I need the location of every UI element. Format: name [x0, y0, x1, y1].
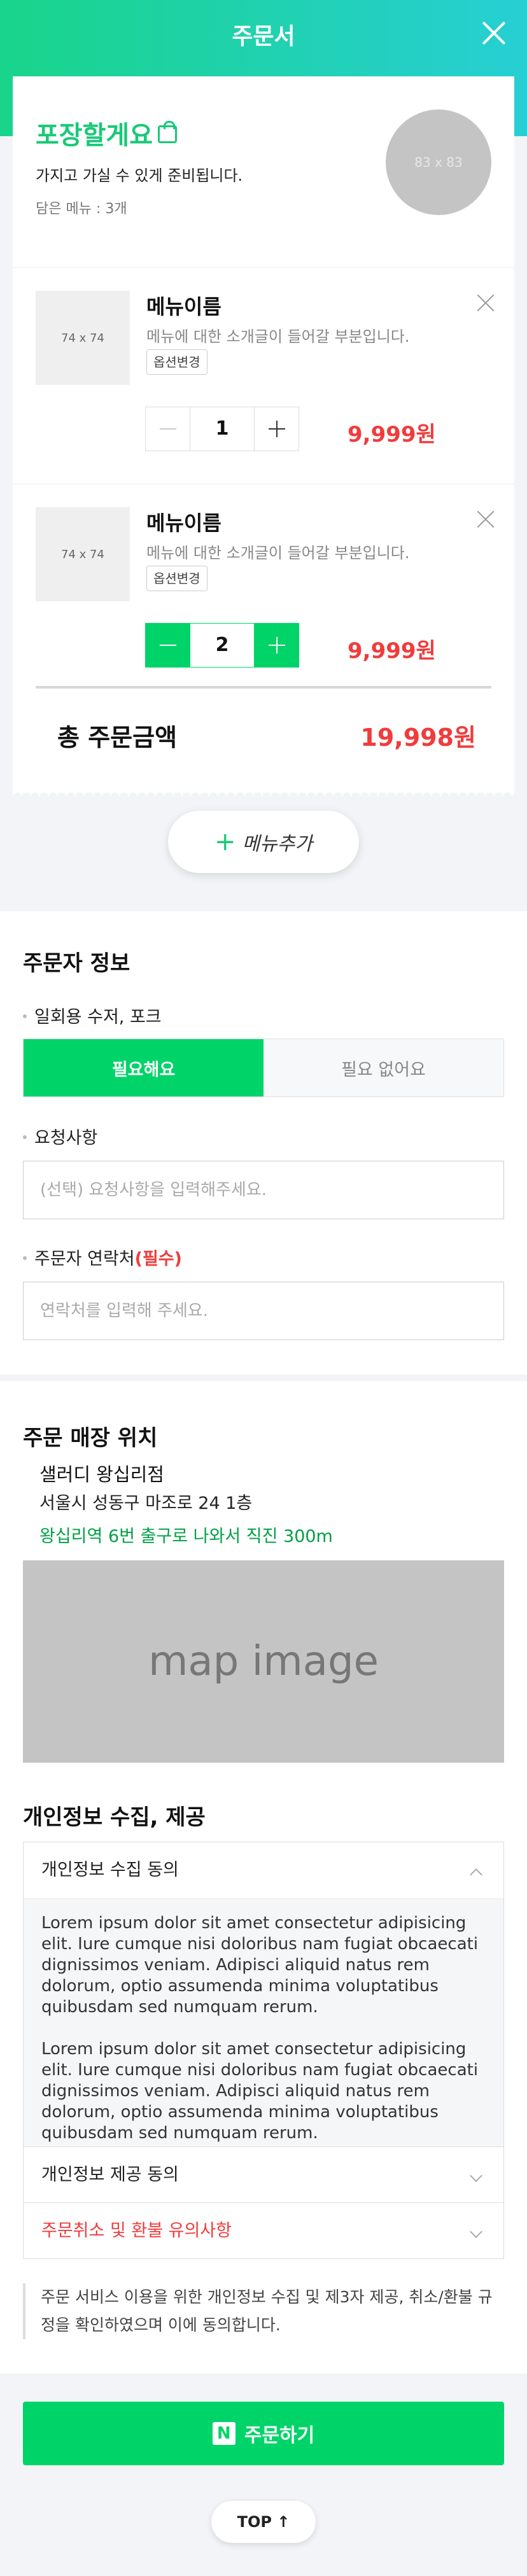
close-icon[interactable] [480, 19, 508, 47]
store-directions: 왕십리역 6번 출구로 나와서 직진 300m [39, 1527, 333, 1546]
shopping-bag-icon [158, 121, 177, 143]
scroll-top-button[interactable]: TOP ↑ [211, 2501, 316, 2543]
change-option-button[interactable]: 옵션변경 [146, 566, 207, 591]
page-title: 주문서 [232, 24, 295, 50]
privacy-accordion: 개인정보 수집 동의 Lorem ipsum dolor sit amet co… [23, 1842, 504, 2259]
accordion-header[interactable]: 주문취소 및 환불 유의사항 [24, 2202, 503, 2258]
naver-pay-icon: N [212, 2422, 235, 2445]
accordion-header[interactable]: 개인정보 제공 동의 [24, 2146, 503, 2202]
required-mark: (필수) [134, 1249, 182, 1269]
contact-label: 주문자 연락처(필수) [34, 1245, 182, 1270]
utensils-no-option[interactable]: 필요 없어요 [264, 1039, 503, 1096]
menu-count: 담은 메뉴 : 3개 [36, 201, 127, 217]
remove-item-icon[interactable] [476, 510, 495, 529]
item-description: 메뉴에 대한 소개글이 들어갈 부분입니다. [146, 544, 410, 562]
receipt-edge [13, 788, 514, 797]
bullet [23, 1014, 27, 1018]
remove-item-icon[interactable] [476, 293, 495, 312]
decrease-button[interactable] [146, 407, 190, 451]
increase-button[interactable] [254, 407, 299, 451]
order-button[interactable]: N 주문하기 [23, 2402, 504, 2465]
order-card: 포장할게요 가지고 가실 수 있게 준비됩니다. 담은 메뉴 : 3개 83 x… [13, 76, 514, 789]
total-value: 19,998원 [360, 724, 476, 752]
cart-item: 74 x 74 메뉴이름 메뉴에 대한 소개글이 들어갈 부분입니다. 옵션변경… [13, 484, 514, 700]
section-title: 주문자 정보 [23, 951, 130, 976]
store-name: 샐러디 왕십리점 [39, 1464, 164, 1485]
pickup-title: 포장할게요 [36, 115, 177, 151]
accordion-label: 개인정보 제공 동의 [41, 2165, 179, 2185]
contact-input[interactable]: 연락처를 입력해 주세요. [23, 1282, 504, 1340]
increase-button[interactable] [254, 624, 299, 667]
section-title: 개인정보 수집, 제공 [23, 1805, 206, 1830]
item-name: 메뉴이름 [146, 511, 221, 535]
terms-paragraph: Lorem ipsum dolor sit amet consectetur a… [41, 1914, 479, 2017]
item-thumbnail: 74 x 74 [36, 291, 130, 385]
map-image[interactable]: map image [23, 1560, 504, 1763]
quantity-value: 1 [215, 417, 229, 440]
contact-label-text: 주문자 연락처 [34, 1249, 135, 1269]
terms-paragraph: Lorem ipsum dolor sit amet consectetur a… [41, 2040, 479, 2143]
request-label: 요청사항 [34, 1128, 98, 1148]
quantity-stepper: 1 [145, 407, 299, 451]
total-label: 총 주문금액 [57, 724, 178, 752]
pickup-description: 가지고 가실 수 있게 준비됩니다. [36, 167, 243, 185]
chevron-down-icon [470, 2169, 482, 2182]
store-address: 서울시 성동구 마조로 24 1층 [39, 1494, 253, 1513]
accordion-label: 개인정보 수집 동의 [41, 1860, 179, 1880]
section-title: 주문 매장 위치 [23, 1425, 158, 1451]
order-button-label: 주문하기 [244, 2425, 315, 2447]
request-input[interactable]: (선택) 요청사항을 입력해주세요. [23, 1161, 504, 1219]
bullet [23, 1135, 27, 1139]
chevron-up-icon [470, 1868, 482, 1881]
change-option-button[interactable]: 옵션변경 [146, 349, 207, 375]
utensils-yes-option[interactable]: 필요해요 [24, 1039, 264, 1096]
item-description: 메뉴에 대한 소개글이 들어갈 부분입니다. [146, 328, 410, 346]
item-name: 메뉴이름 [146, 295, 221, 319]
quantity-value: 2 [215, 634, 229, 656]
consent-notice: 주문 서비스 이용을 위한 개인정보 수집 및 제3자 제공, 취소/환불 규정… [23, 2283, 504, 2339]
accordion-header[interactable]: 개인정보 수집 동의 [24, 1842, 503, 1898]
item-price: 9,999원 [348, 638, 436, 664]
utensils-label: 일회용 수저, 포크 [34, 1007, 162, 1027]
quantity-stepper: 2 [145, 623, 299, 668]
item-price: 9,999원 [348, 422, 436, 447]
bullet [23, 1256, 27, 1260]
store-and-privacy-section: 주문 매장 위치 샐러디 왕십리점 서울시 성동구 마조로 24 1층 왕십리역… [0, 1381, 527, 2374]
store-thumbnail: 83 x 83 [386, 109, 491, 215]
orderer-info-section: 주문자 정보 일회용 수저, 포크 필요해요 필요 없어요 요청사항 (선택) … [0, 911, 527, 1375]
add-menu-label: 메뉴추가 [242, 833, 313, 855]
divider [36, 686, 491, 689]
utensils-toggle: 필요해요 필요 없어요 [23, 1039, 504, 1097]
plus-icon: + [214, 827, 236, 857]
item-thumbnail: 74 x 74 [36, 507, 130, 601]
chevron-down-icon [470, 2225, 482, 2238]
accordion-label: 주문취소 및 환불 유의사항 [41, 2221, 232, 2241]
cart-item: 74 x 74 메뉴이름 메뉴에 대한 소개글이 들어갈 부분입니다. 옵션변경… [13, 267, 514, 484]
pickup-title-text: 포장할게요 [36, 121, 153, 150]
add-menu-button[interactable]: + 메뉴추가 [168, 811, 359, 873]
accordion-body[interactable]: Lorem ipsum dolor sit amet consectetur a… [24, 1898, 503, 2146]
decrease-button[interactable] [146, 624, 190, 667]
